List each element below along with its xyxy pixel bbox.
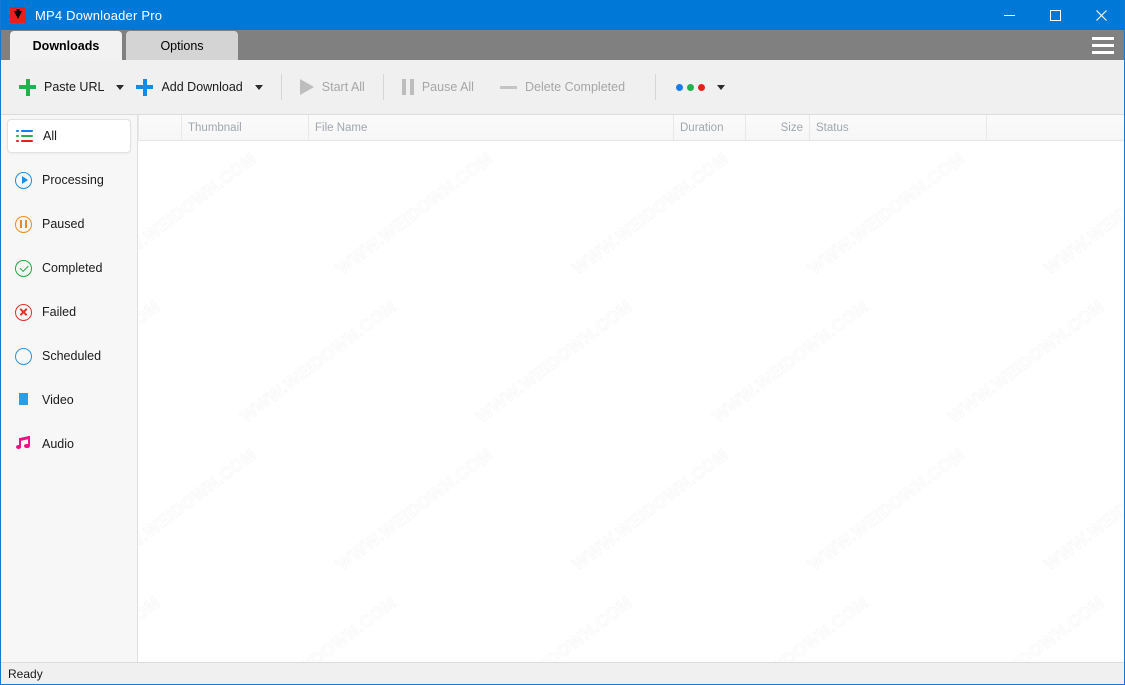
- sidebar-item-processing[interactable]: Processing: [7, 163, 131, 197]
- quality-dots-button[interactable]: [668, 69, 711, 105]
- play-circle-icon: [15, 171, 32, 189]
- column-thumbnail-label: Thumbnail: [188, 121, 242, 134]
- minus-icon: [499, 85, 517, 89]
- column-header-row: Thumbnail File Name Duration Size Status: [138, 115, 1124, 141]
- column-duration-label: Duration: [680, 121, 724, 134]
- column-thumbnail[interactable]: Thumbnail: [182, 115, 309, 141]
- start-all-label: Start All: [321, 80, 365, 94]
- download-arrow-icon: [10, 7, 26, 23]
- column-spacer: [138, 115, 182, 141]
- hamburger-menu-icon[interactable]: [1090, 33, 1116, 57]
- tab-options[interactable]: Options: [126, 31, 238, 60]
- status-text: Ready: [8, 666, 43, 681]
- title-bar: MP4 Downloader Pro: [1, 0, 1124, 30]
- add-download-dropdown[interactable]: [249, 69, 269, 105]
- minimize-button[interactable]: [986, 0, 1032, 30]
- sidebar-label-video: Video: [42, 393, 74, 407]
- sidebar-item-completed[interactable]: Completed: [7, 251, 131, 285]
- sidebar-label-scheduled: Scheduled: [42, 349, 102, 363]
- tab-downloads-label: Downloads: [32, 38, 100, 53]
- maximize-button[interactable]: [1032, 0, 1078, 30]
- paste-url-dropdown[interactable]: [110, 69, 130, 105]
- add-download-button[interactable]: Add Download: [130, 69, 248, 105]
- column-file-name[interactable]: File Name: [309, 115, 674, 141]
- delete-completed-button[interactable]: Delete Completed: [494, 69, 631, 105]
- column-extra[interactable]: [987, 115, 1124, 141]
- tab-options-label: Options: [160, 38, 204, 53]
- window-title: MP4 Downloader Pro: [35, 7, 163, 23]
- film-icon: [15, 392, 32, 409]
- download-list-panel: Thumbnail File Name Duration Size Status: [138, 115, 1124, 662]
- sidebar-label-audio: Audio: [42, 437, 74, 451]
- sidebar-item-video[interactable]: Video: [7, 383, 131, 417]
- toolbar-separator: [655, 74, 657, 100]
- toolbar-separator: [382, 74, 384, 100]
- close-button[interactable]: [1078, 0, 1124, 30]
- sidebar-item-all[interactable]: All: [7, 119, 131, 153]
- pause-circle-icon: [15, 215, 32, 233]
- download-list-area[interactable]: [138, 141, 1124, 662]
- sidebar: All Processing Paused Completed Failed S…: [1, 115, 138, 662]
- x-circle-icon: [15, 303, 32, 321]
- sidebar-label-all: All: [43, 129, 57, 143]
- plus-icon: [136, 78, 154, 96]
- sidebar-item-audio[interactable]: Audio: [7, 427, 131, 461]
- list-icon: [16, 128, 33, 145]
- start-all-button[interactable]: Start All: [294, 69, 371, 105]
- column-status[interactable]: Status: [810, 115, 987, 141]
- status-bar: Ready: [1, 662, 1124, 684]
- toolbar-separator: [280, 74, 282, 100]
- app-window: MP4 Downloader Pro Downloads Options Pas…: [0, 0, 1125, 685]
- add-download-label: Add Download: [161, 80, 243, 94]
- sidebar-item-failed[interactable]: Failed: [7, 295, 131, 329]
- sidebar-item-scheduled[interactable]: Scheduled: [7, 339, 131, 373]
- column-status-label: Status: [816, 121, 849, 134]
- window-controls: [986, 0, 1124, 30]
- sidebar-label-processing: Processing: [42, 173, 104, 187]
- play-icon: [299, 79, 314, 95]
- sidebar-item-paused[interactable]: Paused: [7, 207, 131, 241]
- music-note-icon: [15, 435, 32, 453]
- color-dots-icon: [674, 83, 706, 91]
- toolbar: Paste URL Add Download Start All Pause A…: [1, 60, 1124, 115]
- sidebar-label-paused: Paused: [42, 217, 85, 231]
- paste-url-label: Paste URL: [44, 80, 105, 94]
- column-size-label: Size: [780, 121, 803, 134]
- delete-completed-label: Delete Completed: [524, 80, 626, 94]
- plus-icon: [19, 78, 36, 96]
- paste-url-button[interactable]: Paste URL: [13, 69, 110, 105]
- sidebar-label-failed: Failed: [42, 305, 77, 319]
- check-circle-icon: [15, 259, 32, 277]
- pause-all-label: Pause All: [421, 80, 474, 94]
- sidebar-label-completed: Completed: [42, 261, 103, 275]
- content-body: All Processing Paused Completed Failed S…: [1, 115, 1124, 662]
- tab-strip: Downloads Options: [1, 30, 1124, 60]
- column-file-name-label: File Name: [315, 121, 368, 134]
- chevron-down-icon: [116, 84, 125, 90]
- quality-dots-dropdown[interactable]: [711, 69, 731, 105]
- column-duration[interactable]: Duration: [674, 115, 746, 141]
- pause-icon: [401, 79, 414, 95]
- chevron-down-icon: [717, 84, 726, 90]
- column-size[interactable]: Size: [746, 115, 810, 141]
- tab-downloads[interactable]: Downloads: [10, 31, 122, 60]
- chevron-down-icon: [254, 84, 263, 90]
- clock-icon: [15, 347, 32, 365]
- pause-all-button[interactable]: Pause All: [396, 69, 480, 105]
